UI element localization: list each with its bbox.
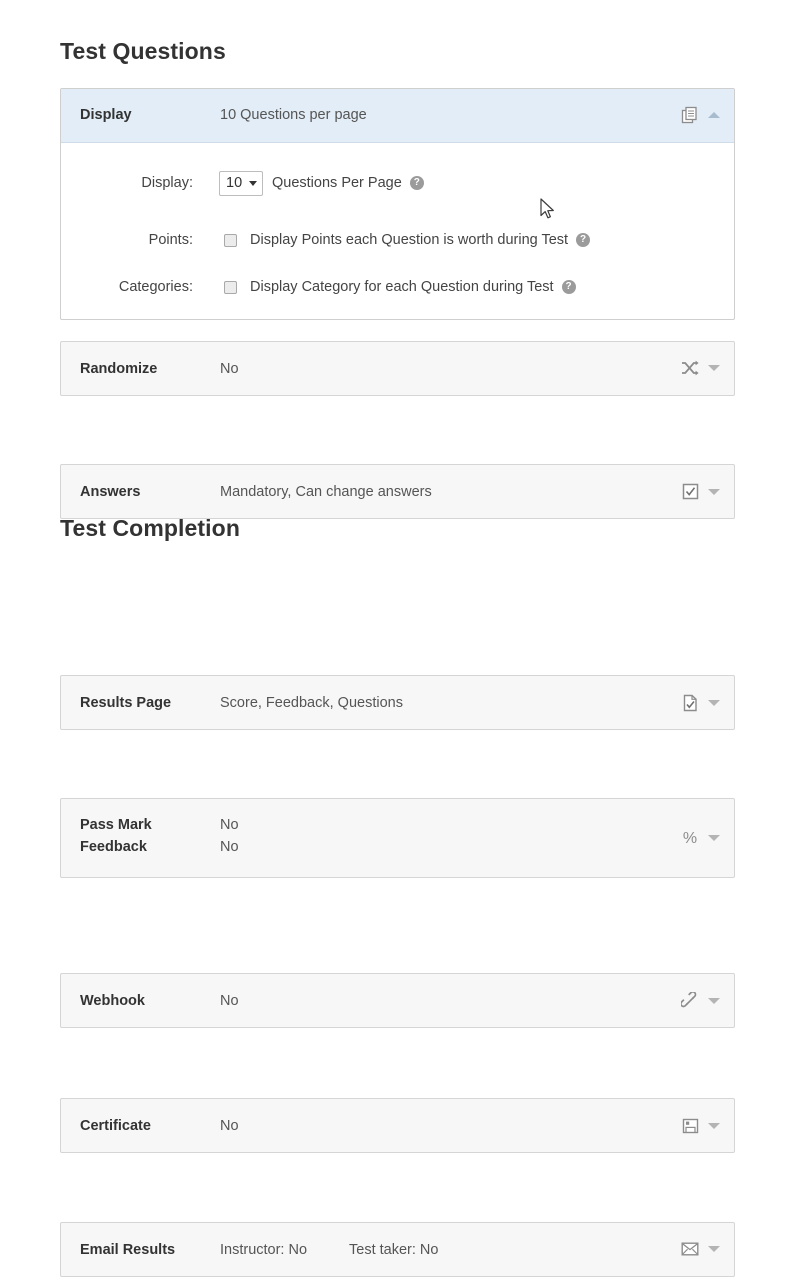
chevron-up-icon[interactable] (708, 112, 720, 118)
panel-certificate-label: Certificate (80, 1118, 151, 1134)
panel-pass-mark-value: No (220, 817, 239, 833)
chevron-down-icon[interactable] (708, 1246, 720, 1252)
panel-email-results-testtaker-value: Test taker: No (349, 1242, 439, 1258)
points-checkbox-label: Display Points each Question is worth du… (250, 232, 569, 248)
envelope-icon[interactable] (681, 1242, 699, 1256)
panel-feedback-value: No (220, 839, 239, 855)
panel-answers-label: Answers (80, 484, 141, 500)
points-checkbox[interactable] (224, 233, 237, 247)
points-field-label: Points: (148, 232, 193, 248)
section-title-test-completion: Test Completion (60, 515, 240, 541)
chevron-down-icon[interactable] (708, 488, 720, 495)
help-icon[interactable]: ? (576, 233, 591, 247)
categories-field-label: Categories: (118, 279, 193, 295)
save-icon[interactable] (682, 1118, 699, 1134)
shuffle-icon[interactable] (681, 360, 699, 376)
chevron-down-icon[interactable] (708, 1123, 720, 1129)
panel-feedback-label: Feedback (80, 839, 147, 855)
panel-webhook-value: No (220, 993, 239, 1009)
document-check-icon[interactable] (682, 694, 699, 712)
questions-per-page-select[interactable]: 10 (219, 170, 263, 196)
help-icon[interactable]: ? (409, 176, 424, 190)
panel-display: Display 10 Questions per page Display: 1… (60, 88, 735, 320)
panel-randomize[interactable]: Randomize No (60, 341, 735, 396)
panel-display-body: Display: 10 Questions Per Page ? Points: (61, 143, 734, 319)
chevron-down-icon[interactable] (708, 835, 720, 841)
help-icon[interactable]: ? (561, 280, 576, 294)
panel-display-label: Display (80, 107, 132, 123)
panel-results-page-value: Score, Feedback, Questions (220, 695, 403, 711)
chevron-down-icon[interactable] (708, 365, 720, 371)
form-row-display: Display: 10 Questions Per Page ? (61, 170, 734, 196)
section-title-test-questions: Test Questions (60, 38, 226, 64)
checkbox-checked-icon[interactable] (682, 483, 699, 500)
panel-certificate-value: No (220, 1118, 239, 1134)
test-settings-page: Test Questions Display 10 Questions per … (0, 0, 792, 1277)
panel-randomize-label: Randomize (80, 361, 158, 377)
categories-checkbox-label: Display Category for each Question durin… (250, 279, 554, 295)
chevron-down-icon[interactable] (708, 998, 720, 1004)
svg-text:%: % (683, 830, 697, 847)
questions-per-page-select-wrap: 10 (219, 170, 263, 196)
panel-results-page[interactable]: Results Page Score, Feedback, Questions (60, 675, 735, 730)
form-row-categories: Categories: Display Category for each Qu… (61, 274, 734, 300)
panel-results-page-label: Results Page (80, 695, 172, 711)
panel-email-results[interactable]: Email Results Instructor: No Test taker:… (60, 1222, 735, 1277)
panel-email-results-label: Email Results (80, 1242, 176, 1258)
categories-checkbox[interactable] (224, 280, 237, 294)
percent-icon[interactable]: % (681, 829, 699, 847)
panel-webhook-label: Webhook (80, 993, 145, 1009)
chevron-down-icon[interactable] (708, 700, 720, 706)
panel-answers-value: Mandatory, Can change answers (220, 484, 432, 500)
link-icon[interactable] (681, 992, 699, 1010)
panel-randomize-value: No (220, 361, 239, 377)
panel-answers[interactable]: Answers Mandatory, Can change answers (60, 464, 735, 519)
display-field-label: Display: (141, 175, 193, 191)
form-row-points: Points: Display Points each Question is … (61, 227, 734, 253)
panel-display-summary: 10 Questions per page (220, 107, 367, 123)
panel-display-header[interactable]: Display 10 Questions per page (61, 89, 734, 143)
panel-pass-mark-label: Pass Mark (80, 817, 152, 833)
panel-certificate[interactable]: Certificate No (60, 1098, 735, 1153)
panel-email-results-instructor-value: Instructor: No (220, 1242, 308, 1258)
questions-per-page-suffix: Questions Per Page (272, 175, 402, 191)
panel-webhook[interactable]: Webhook No (60, 973, 735, 1028)
panel-pass-mark[interactable]: Pass Mark No Feedback No % (60, 798, 735, 878)
pages-icon[interactable] (681, 106, 699, 124)
